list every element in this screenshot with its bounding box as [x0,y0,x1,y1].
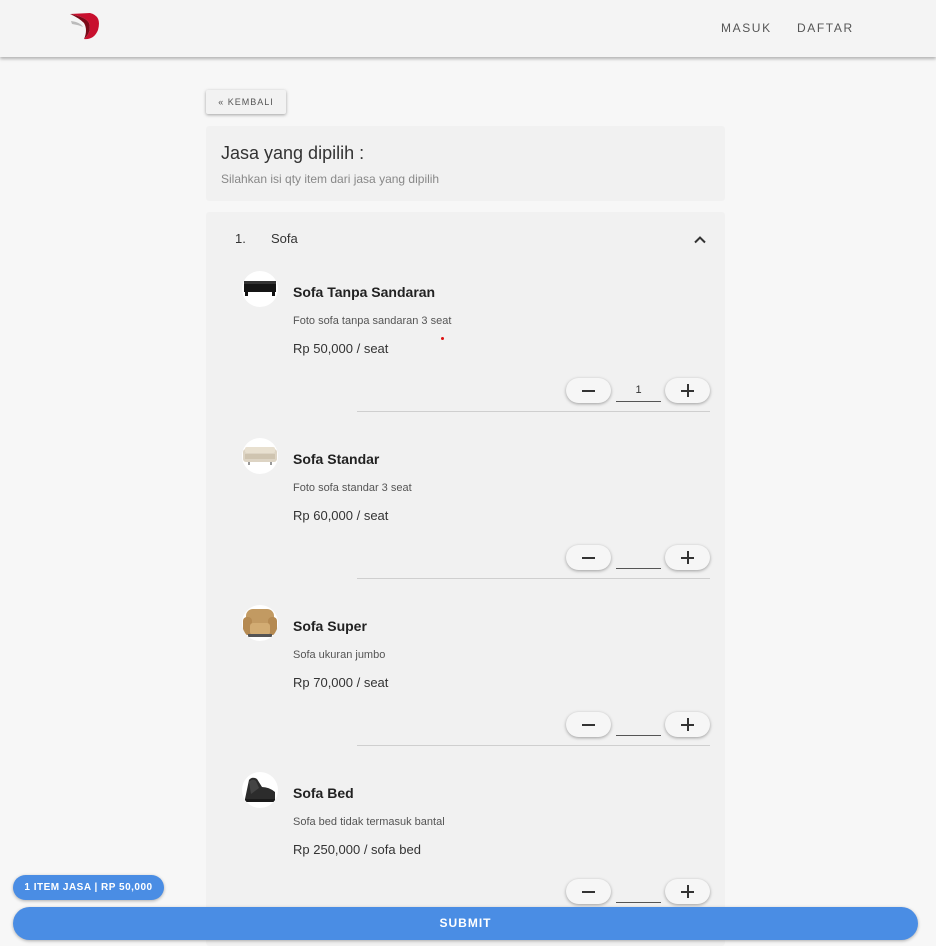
item-divider [357,411,710,412]
selected-services-header: Jasa yang dipilih : Silahkan isi qty ite… [206,126,725,201]
submit-button[interactable]: SUBMIT [13,907,918,940]
service-section-sofa: 1. Sofa Sofa Tanpa Sandaran Foto sofa ta… [206,212,725,946]
brand-logo-icon[interactable] [68,10,102,42]
list-item: Sofa Tanpa Sandaran Foto sofa tanpa sand… [206,271,725,438]
nav-register-link[interactable]: DAFTAR [797,21,854,35]
qty-input[interactable] [616,379,661,402]
item-price: Rp 50,000 / seat [293,341,389,356]
item-description: Sofa ukuran jumbo [293,649,386,661]
item-thumbnail [242,438,278,474]
qty-increase-button[interactable] [665,712,710,737]
qty-increase-button[interactable] [665,378,710,403]
top-navbar: MASUK DAFTAR [0,0,936,57]
item-price: Rp 70,000 / seat [293,675,389,690]
cursor-dot [441,337,444,340]
item-price: Rp 250,000 / sofa bed [293,842,421,857]
back-button[interactable]: « KEMBALI [206,90,286,114]
qty-increase-button[interactable] [665,879,710,904]
qty-decrease-button[interactable] [566,378,611,403]
item-description: Sofa bed tidak termasuk bantal [293,816,445,828]
item-name: Sofa Super [293,618,367,634]
list-item: Sofa Super Sofa ukuran jumbo Rp 70,000 /… [206,605,725,772]
item-name: Sofa Standar [293,451,380,467]
item-price: Rp 60,000 / seat [293,508,389,523]
chevron-up-icon[interactable] [692,232,708,248]
item-thumbnail [242,605,278,641]
item-name: Sofa Bed [293,785,354,801]
page-title: Jasa yang dipilih : [221,143,365,163]
item-thumbnail [242,271,278,307]
item-description: Foto sofa standar 3 seat [293,482,412,494]
qty-decrease-button[interactable] [566,712,611,737]
section-number: 1. [235,231,246,246]
qty-decrease-button[interactable] [566,879,611,904]
section-title[interactable]: Sofa [271,231,298,246]
qty-input[interactable] [616,880,661,903]
item-name: Sofa Tanpa Sandaran [293,284,436,300]
cart-summary-badge[interactable]: 1 ITEM JASA | RP 50,000 [13,875,164,900]
item-divider [357,745,710,746]
item-description: Foto sofa tanpa sandaran 3 seat [293,315,452,327]
item-divider [357,578,710,579]
qty-decrease-button[interactable] [566,545,611,570]
qty-input[interactable] [616,713,661,736]
list-item: Sofa Standar Foto sofa standar 3 seat Rp… [206,438,725,605]
item-thumbnail [242,772,278,808]
page-subtitle: Silahkan isi qty item dari jasa yang dip… [221,172,440,186]
qty-increase-button[interactable] [665,545,710,570]
qty-input[interactable] [616,546,661,569]
nav-login-link[interactable]: MASUK [721,21,772,35]
